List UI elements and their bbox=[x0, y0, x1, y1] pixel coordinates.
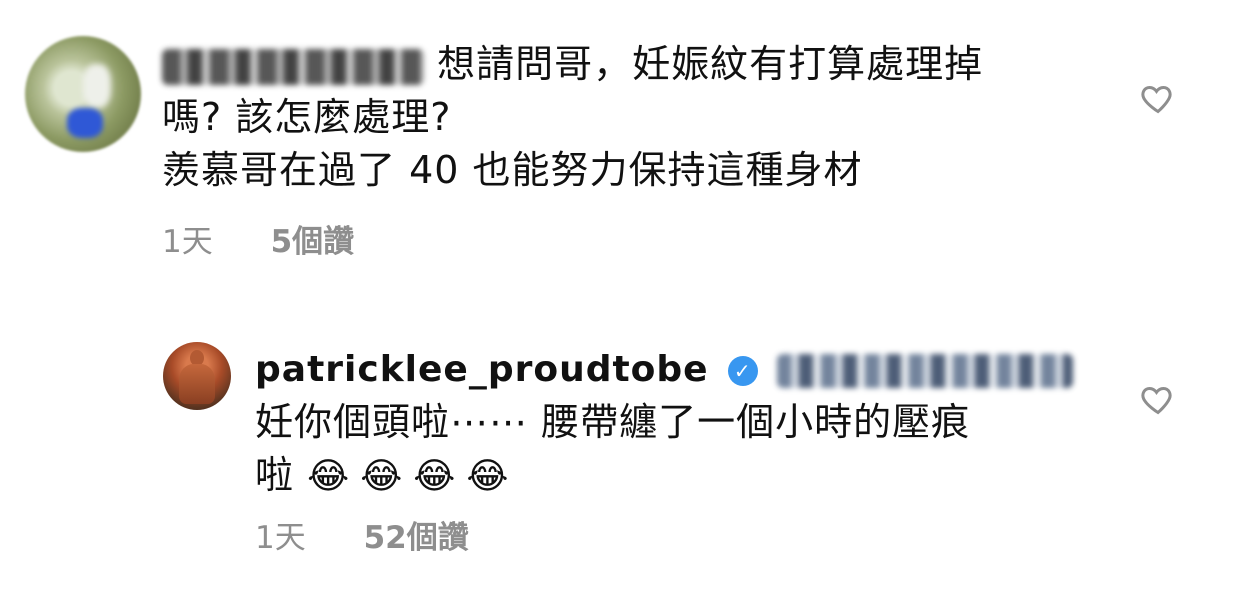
blurred-mention[interactable] bbox=[776, 353, 1073, 388]
heart-outline-icon[interactable] bbox=[1140, 381, 1176, 417]
comment-text-line1: 妊你個頭啦⋯⋯ 腰帶纏了一個小時的壓痕 bbox=[255, 400, 971, 444]
laughing-emoji: 😂 bbox=[307, 456, 351, 497]
comment-meta: 1天 52個讚 bbox=[255, 512, 517, 557]
laughing-emoji: 😂 bbox=[360, 456, 404, 497]
like-count[interactable]: 52個讚 bbox=[364, 520, 469, 556]
comment-text-line3: 羨慕哥在過了 40 也能努力保持這種身材 bbox=[162, 148, 863, 192]
comment-text-line1: 想請問哥，妊娠紋有打算處理掉 bbox=[437, 42, 984, 86]
comment-meta: 1天 5個讚 bbox=[162, 216, 402, 261]
verified-badge-icon: ✓ bbox=[727, 355, 758, 386]
comment-time: 1天 bbox=[162, 224, 213, 260]
comment-text-line2: 啦 bbox=[255, 453, 295, 497]
laughing-emoji: 😂 bbox=[466, 456, 510, 497]
heart-outline-icon[interactable] bbox=[1140, 80, 1176, 116]
comment-body: 想請問哥，妊娠紋有打算處理掉 嗎? 該怎麼處理? 羨慕哥在過了 40 也能努力保… bbox=[162, 38, 1122, 197]
username-link[interactable]: patricklee_proudtobe bbox=[255, 349, 709, 390]
comment-body: patricklee_proudtobe ✓ 妊你個頭啦⋯⋯ 腰帶纏了一個小時的… bbox=[255, 342, 1155, 503]
blurred-username[interactable] bbox=[162, 48, 424, 85]
avatar[interactable] bbox=[25, 36, 141, 152]
like-count[interactable]: 5個讚 bbox=[271, 224, 355, 260]
comment-text-line2: 嗎? 該怎麼處理? bbox=[162, 95, 452, 139]
laughing-emoji: 😂 bbox=[413, 456, 457, 497]
comment-time: 1天 bbox=[255, 520, 306, 556]
avatar[interactable] bbox=[163, 342, 231, 410]
